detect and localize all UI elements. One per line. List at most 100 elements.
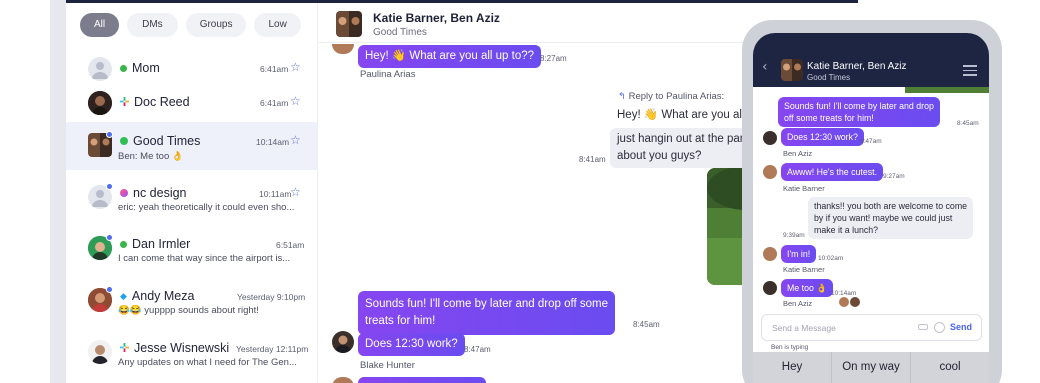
twitter-icon: ◆ <box>120 290 127 301</box>
conversation-item-jesse-wisnewski[interactable]: Jesse Wisnewski Yesterday 12:11pm Any up… <box>66 334 318 378</box>
emoji-icon[interactable] <box>934 322 945 333</box>
message-time: 9:39am <box>783 232 805 239</box>
send-button[interactable]: Send <box>950 322 972 332</box>
conversation-name: Mom <box>120 61 160 75</box>
filter-low[interactable]: Low <box>254 13 301 37</box>
conversation-item-doc-reed[interactable]: Doc Reed 6:41am ☆ <box>66 87 318 117</box>
conversation-name: Good Times <box>120 134 200 148</box>
star-icon[interactable]: ☆ <box>290 185 301 199</box>
avatar <box>763 281 777 295</box>
conversation-time: 10:14am <box>256 137 290 147</box>
conversation-name: Jesse Wisnewski <box>120 341 229 355</box>
message-sender: Katie Barner <box>783 184 825 193</box>
star-icon[interactable]: ☆ <box>290 133 301 147</box>
unread-dot <box>106 286 113 293</box>
messenger-icon <box>120 189 128 197</box>
suggestion-hey[interactable]: Hey <box>753 352 832 383</box>
message-bubble: Sounds fun! I'll come by later and drop … <box>778 97 940 127</box>
avatar <box>88 57 112 81</box>
avatar <box>88 340 112 364</box>
message-time: 8:47am <box>464 345 491 354</box>
unread-dot <box>106 131 113 138</box>
group-avatar <box>336 11 362 37</box>
message-bubble: Does 12:30 work? <box>781 128 864 146</box>
filter-dms[interactable]: DMs <box>127 13 178 37</box>
slack-icon <box>120 341 129 355</box>
message-sender: Paulina Arias <box>360 69 416 80</box>
message-sender: Blake Hunter <box>360 360 415 371</box>
conversation-item-andy-meza[interactable]: ◆ Andy Meza Yesterday 9:10pm 😂😂 yupppp s… <box>66 282 318 326</box>
slack-icon <box>120 95 129 109</box>
whatsapp-icon <box>120 137 128 145</box>
conversation-time: 6:51am <box>276 240 305 250</box>
message-bubble: Me too 👌 <box>781 279 834 297</box>
conversation-preview: Ben: Me too 👌 <box>118 151 184 162</box>
shared-photo-partial <box>905 87 989 93</box>
message-time: 10:14am <box>831 290 857 297</box>
message-input[interactable]: Send a Message Send <box>761 314 982 341</box>
chat-subtitle: Good Times <box>373 27 427 38</box>
online-status-icon <box>120 64 127 72</box>
star-icon[interactable]: ☆ <box>290 60 301 74</box>
conversation-time: Yesterday 9:10pm <box>237 292 306 302</box>
phone-chat-title: Katie Barner, Ben Aziz <box>807 61 907 72</box>
unread-dot <box>106 183 113 190</box>
conversation-name: Dan Irmler <box>120 237 190 251</box>
phone-screen: ‹ Katie Barner, Ben Aziz Good Times Soun… <box>753 33 989 383</box>
conversation-item-mom[interactable]: Mom 6:41am ☆ <box>66 53 318 83</box>
message-time: 9:27am <box>883 173 905 180</box>
phone-chat-subtitle: Good Times <box>807 73 851 82</box>
read-receipt-avatar <box>850 297 860 307</box>
message-bubble: Awww! He's the cutest. <box>781 163 884 181</box>
message-time: 8:27am <box>540 54 567 63</box>
conversation-time: Yesterday 12:11pm <box>236 344 309 354</box>
conversation-time: 10:11am <box>259 189 292 199</box>
suggestion-on-my-way[interactable]: On my way <box>832 352 911 383</box>
conversation-item-good-times[interactable]: Good Times 10:14am ☆ Ben: Me too 👌 <box>66 122 318 170</box>
online-status-icon <box>120 240 127 248</box>
hamburger-menu-icon[interactable] <box>963 65 977 79</box>
keyboard-suggestions: Hey On my way cool <box>753 352 989 383</box>
group-avatar <box>781 59 803 81</box>
avatar <box>332 377 354 383</box>
conversation-name: Doc Reed <box>120 95 190 109</box>
message-bubble: thanks!! you both are welcome to come by… <box>808 197 974 239</box>
typing-indicator: Ben is typing <box>771 344 809 351</box>
suggestion-cool[interactable]: cool <box>911 352 989 383</box>
message-sender: Katie Barner <box>783 265 825 274</box>
avatar <box>88 91 112 115</box>
avatar <box>332 331 354 353</box>
reply-icon: ↰ <box>618 91 626 102</box>
attachment-icon[interactable] <box>918 324 928 330</box>
message-bubble-partial <box>358 377 486 383</box>
conversation-preview: 😂😂 yupppp sounds about right! <box>118 305 259 316</box>
star-icon[interactable]: ☆ <box>290 94 301 108</box>
message-input-placeholder: Send a Message <box>772 323 836 333</box>
avatar <box>332 44 354 54</box>
conversation-preview: I can come that way since the airport is… <box>118 253 291 264</box>
message-time: 10:02am <box>818 255 844 262</box>
message-time: 8:45am <box>633 320 660 329</box>
message-bubble: I'm in! <box>781 245 817 263</box>
filter-all[interactable]: All <box>80 13 120 37</box>
conversation-name: nc design <box>120 186 187 200</box>
reply-header: ↰ Reply to Paulina Arias: <box>618 91 725 102</box>
message-bubble: Hey! 👋 What are you all up to?? <box>358 45 542 68</box>
phone-chat-header: ‹ Katie Barner, Ben Aziz Good Times <box>753 33 989 87</box>
message-time: 8:45am <box>957 120 979 127</box>
message-bubble: Does 12:30 work? <box>358 333 465 356</box>
message-time: 8:41am <box>579 155 606 164</box>
conversation-item-nc-design[interactable]: nc design 10:11am ☆ eric: yeah theoretic… <box>66 179 318 223</box>
filter-groups[interactable]: Groups <box>185 13 247 37</box>
unread-dot <box>106 234 113 241</box>
avatar <box>763 131 777 145</box>
conversation-sidebar: All DMs Groups Low Mom 6:41am ☆ Doc Reed… <box>66 3 318 383</box>
back-arrow-icon[interactable]: ‹ <box>762 59 768 75</box>
conversation-preview: eric: yeah theoretically it could even s… <box>118 202 295 213</box>
message-bubble: Sounds fun! I'll come by later and drop … <box>358 291 615 335</box>
message-sender: Ben Aziz <box>783 299 813 308</box>
read-receipt-avatar <box>839 297 849 307</box>
conversation-time: 6:41am <box>260 98 289 108</box>
conversation-item-dan-irmler[interactable]: Dan Irmler 6:51am I can come that way si… <box>66 230 318 274</box>
desktop-app-window: All DMs Groups Low Mom 6:41am ☆ Doc Reed… <box>66 0 858 383</box>
